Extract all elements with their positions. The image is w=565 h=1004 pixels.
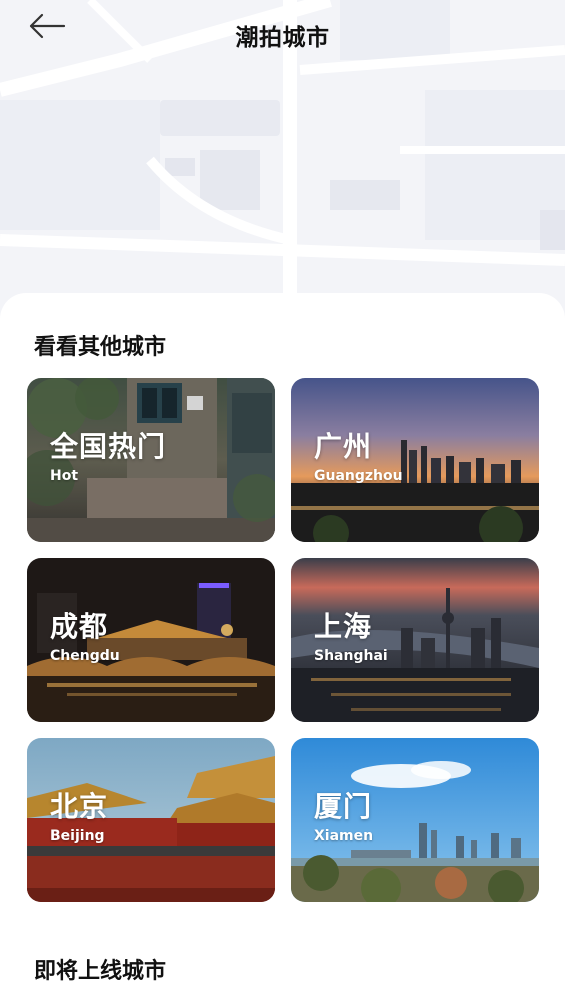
city-name-cn: 北京 <box>50 790 109 823</box>
city-name-en: Guangzhou <box>314 468 403 484</box>
city-name-cn: 广州 <box>314 430 373 463</box>
city-name-en: Chengdu <box>50 648 120 664</box>
city-card-shanghai[interactable]: 上海 Shanghai <box>291 558 539 722</box>
page-title: 潮拍城市 <box>235 25 330 51</box>
city-name-cn: 厦门 <box>314 790 373 823</box>
top-bar: 潮拍城市 <box>0 0 565 70</box>
section-title-other-cities: 看看其他城市 <box>34 335 167 360</box>
city-name-cn: 全国热门 <box>50 430 167 463</box>
city-name-en: Shanghai <box>314 648 388 664</box>
city-card-xiamen[interactable]: 厦门 Xiamen <box>291 738 539 902</box>
section-title-upcoming-cities: 即将上线城市 <box>34 959 167 984</box>
city-name-en: Xiamen <box>314 828 374 844</box>
city-name-cn: 成都 <box>50 610 109 643</box>
city-card-chengdu[interactable]: 成都 Chengdu <box>27 558 275 722</box>
city-card-guangzhou[interactable]: 广州 Guangzhou <box>291 378 539 542</box>
city-name-en: Hot <box>50 468 79 484</box>
city-card-hot[interactable]: 全国热门 Hot <box>27 378 275 542</box>
city-card-beijing[interactable]: 北京 Beijing <box>27 738 275 902</box>
city-name-cn: 上海 <box>314 610 373 643</box>
city-name-en: Beijing <box>50 828 105 844</box>
